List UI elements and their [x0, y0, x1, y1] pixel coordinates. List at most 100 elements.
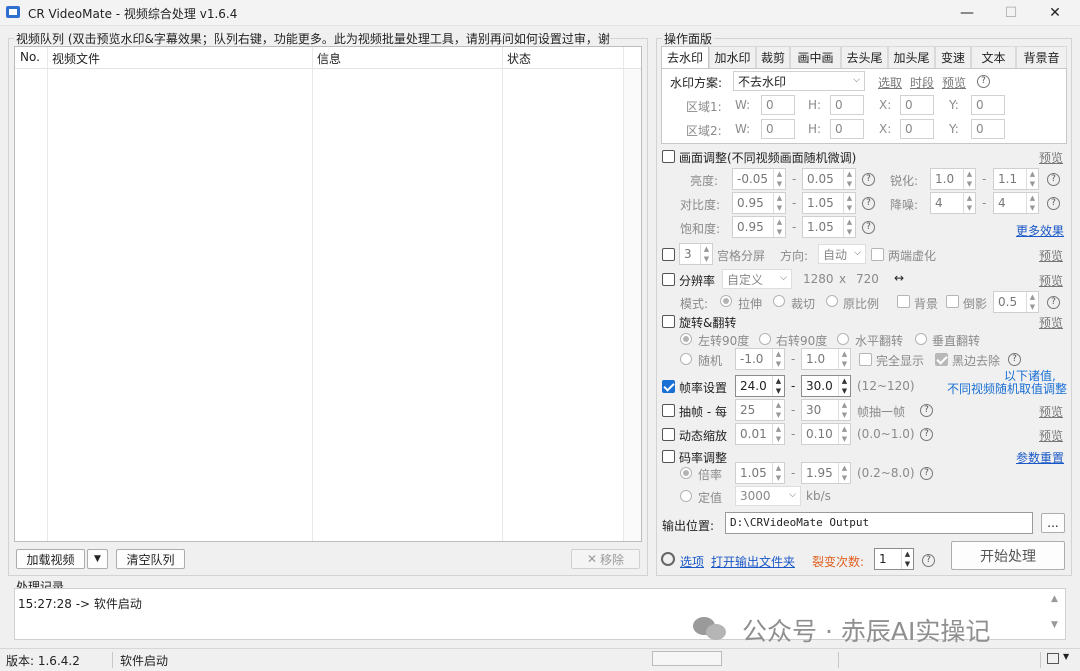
start-process-button[interactable]: 开始处理 — [951, 541, 1065, 570]
fps-checkbox[interactable] — [662, 380, 675, 393]
maximize-button[interactable]: ☐ — [988, 0, 1034, 26]
help-icon[interactable]: ? — [920, 467, 933, 480]
vflip-radio[interactable] — [915, 333, 927, 345]
rotate-left-radio[interactable] — [680, 333, 692, 345]
dynamic-zoom-checkbox[interactable] — [662, 428, 675, 441]
region1-w-input[interactable]: 0 — [761, 95, 795, 115]
region2-h-input[interactable]: 0 — [830, 119, 864, 139]
brightness-min-stepper[interactable]: -0.05 ▲ ▼ — [732, 168, 786, 190]
bitrate-checkbox[interactable] — [662, 450, 675, 463]
help-icon[interactable]: ? — [1047, 173, 1060, 186]
region1-y-input[interactable]: 0 — [971, 95, 1005, 115]
adjust-checkbox[interactable] — [662, 150, 675, 163]
bitrate-fixed-select[interactable]: 3000 ⌵ — [735, 486, 801, 506]
browse-button[interactable]: ... — [1041, 513, 1065, 533]
random-radio[interactable] — [680, 353, 692, 365]
help-icon[interactable]: ? — [920, 404, 933, 417]
background-checkbox[interactable] — [897, 295, 910, 308]
open-output-folder-link[interactable]: 打开输出文件夹 — [711, 553, 795, 570]
extract-min-stepper[interactable]: 25 ▲ ▼ — [735, 399, 785, 421]
bitrate-ratio-radio[interactable] — [680, 467, 692, 479]
spin-arrows-icon[interactable]: ▲ ▼ — [838, 349, 850, 369]
video-queue-table[interactable]: No. 视频文件 信息 状态 — [14, 46, 642, 542]
contrast-max-stepper[interactable]: 1.05 ▲ ▼ — [802, 192, 856, 214]
spin-arrows-icon[interactable]: ▲ ▼ — [772, 400, 784, 420]
help-icon[interactable]: ? — [922, 554, 935, 567]
spin-arrows-icon[interactable]: ▲ ▼ — [843, 217, 855, 237]
tab-remove-watermark[interactable]: 去水印 — [661, 46, 709, 68]
region2-x-input[interactable]: 0 — [900, 119, 934, 139]
spin-arrows-icon[interactable]: ▲ ▼ — [700, 244, 712, 264]
spin-arrows-icon[interactable]: ▲ ▼ — [963, 193, 975, 213]
watermark-scheme-select[interactable]: 不去水印 ⌵ — [733, 71, 865, 91]
bitrate-max-stepper[interactable]: 1.95 ▲ ▼ — [801, 462, 851, 484]
zoom-min-stepper[interactable]: 0.01 ▲ ▼ — [735, 423, 785, 445]
close-button[interactable]: ✕ — [1032, 0, 1078, 26]
pick-link[interactable]: 选取 — [878, 74, 902, 91]
stretch-radio[interactable] — [720, 295, 732, 307]
region1-x-input[interactable]: 0 — [900, 95, 934, 115]
sharpen-max-stepper[interactable]: 1.1 ▲ ▼ — [993, 168, 1039, 190]
sharpen-min-stepper[interactable]: 1.0 ▲ ▼ — [930, 168, 976, 190]
bitrate-min-stepper[interactable]: 1.05 ▲ ▼ — [735, 462, 785, 484]
grid-count-stepper[interactable]: 3 ▲ ▼ — [679, 243, 713, 265]
denoise-min-stepper[interactable]: 4 ▲ ▼ — [930, 192, 976, 214]
load-video-dropdown[interactable]: ▼ — [87, 549, 108, 569]
spin-arrows-icon[interactable]: ▲ ▼ — [772, 424, 784, 444]
help-icon[interactable]: ? — [862, 221, 875, 234]
grid-preview-link[interactable]: 预览 — [1039, 247, 1063, 264]
help-icon[interactable]: ? — [1008, 353, 1021, 366]
spin-arrows-icon[interactable]: ▲ ▼ — [838, 463, 850, 483]
reset-params-link[interactable]: 参数重置 — [1016, 449, 1064, 466]
denoise-max-stepper[interactable]: 4 ▲ ▼ — [993, 192, 1039, 214]
spin-arrows-icon[interactable]: ▲ ▼ — [963, 169, 975, 189]
extract-preview-link[interactable]: 预览 — [1039, 403, 1063, 420]
saturation-min-stepper[interactable]: 0.95 ▲ ▼ — [732, 216, 786, 238]
tab-pip[interactable]: 画中画 — [790, 46, 841, 68]
spin-arrows-icon[interactable]: ▲ ▼ — [772, 463, 784, 483]
spin-arrows-icon[interactable]: ▲ ▼ — [843, 193, 855, 213]
fps-min-stepper[interactable]: 24.0 ▲ ▼ — [735, 375, 785, 397]
column-header-status[interactable]: 状态 — [507, 50, 531, 67]
rotate-min-stepper[interactable]: -1.0 ▲ ▼ — [735, 348, 785, 370]
tab-speed[interactable]: 变速 — [935, 46, 971, 68]
output-path-input[interactable]: D:\CRVideoMate Output — [725, 512, 1033, 534]
help-icon[interactable]: ? — [862, 173, 875, 186]
zoom-max-stepper[interactable]: 0.10 ▲ ▼ — [801, 423, 851, 445]
spin-arrows-icon[interactable]: ▲ ▼ — [773, 193, 785, 213]
help-icon[interactable]: ? — [1047, 197, 1060, 210]
spin-arrows-icon[interactable]: ▲ ▼ — [838, 400, 850, 420]
tab-text[interactable]: 文本 — [971, 46, 1016, 68]
timeseg-link[interactable]: 时段 — [910, 74, 934, 91]
rotate-preview-link[interactable]: 预览 — [1039, 314, 1063, 331]
edge-blur-checkbox[interactable] — [871, 248, 884, 261]
hflip-radio[interactable] — [837, 333, 849, 345]
remove-button[interactable]: ✕ 移除 — [571, 549, 640, 569]
fission-stepper[interactable]: 1 ▲ ▼ — [874, 548, 914, 570]
ratio-radio[interactable] — [826, 295, 838, 307]
spin-arrows-icon[interactable]: ▲ ▼ — [838, 424, 850, 444]
resolution-width[interactable]: 1280 — [803, 272, 834, 286]
bitrate-fixed-radio[interactable] — [680, 490, 692, 502]
tab-trim[interactable]: 去头尾 — [841, 46, 888, 68]
gear-icon[interactable] — [661, 552, 675, 566]
scroll-up-icon[interactable]: ▲ — [1051, 594, 1058, 604]
rotate-checkbox[interactable] — [662, 315, 675, 328]
region2-y-input[interactable]: 0 — [971, 119, 1005, 139]
tab-add-intro[interactable]: 加头尾 — [888, 46, 935, 68]
resolution-checkbox[interactable] — [662, 273, 675, 286]
watermark-preview-link[interactable]: 预览 — [942, 74, 966, 91]
spin-arrows-icon[interactable]: ▲ ▼ — [772, 376, 784, 396]
resolution-preset-select[interactable]: 自定义 ⌵ — [722, 269, 792, 289]
region2-w-input[interactable]: 0 — [761, 119, 795, 139]
tab-add-watermark[interactable]: 加水印 — [709, 46, 756, 68]
adjust-preview-link[interactable]: 预览 — [1039, 149, 1063, 166]
contrast-min-stepper[interactable]: 0.95 ▲ ▼ — [732, 192, 786, 214]
swap-icon[interactable]: ↔ — [894, 271, 904, 285]
spin-arrows-icon[interactable]: ▲ ▼ — [901, 549, 913, 569]
clear-queue-button[interactable]: 清空队列 — [116, 549, 185, 569]
column-header-info[interactable]: 信息 — [317, 50, 341, 67]
saturation-max-stepper[interactable]: 1.05 ▲ ▼ — [802, 216, 856, 238]
rotate-max-stepper[interactable]: 1.0 ▲ ▼ — [801, 348, 851, 370]
more-effects-link[interactable]: 更多效果 — [1016, 222, 1064, 239]
